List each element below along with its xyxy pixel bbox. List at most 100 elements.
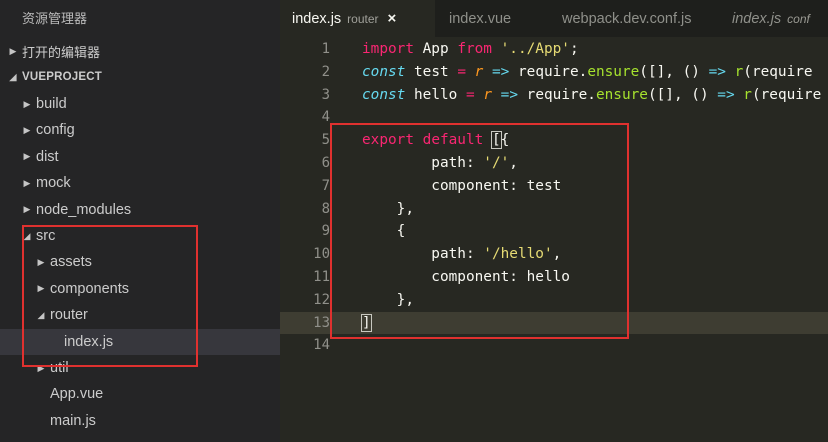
- tree-item-assets[interactable]: ▶ assets: [0, 249, 280, 275]
- tree-item-router[interactable]: ◢ router: [0, 302, 280, 328]
- code-line: 4: [280, 106, 828, 129]
- tab-label: webpack.dev.conf.js: [562, 10, 692, 27]
- line-number: 7: [321, 177, 330, 194]
- tree-item-app-vue[interactable]: App.vue: [0, 381, 280, 407]
- code-token: ;: [569, 41, 579, 57]
- tree-item-label: mock: [36, 175, 71, 192]
- tree-item-label: config: [36, 122, 75, 139]
- line-number: 13: [313, 314, 330, 331]
- code-token: default: [422, 132, 484, 149]
- tree-item-node-modules[interactable]: ▶ node_modules: [0, 197, 280, 223]
- explorer-sidebar: 资源管理器 ▶ 打开的编辑器 ◢ VUEPROJECT ▶ build ▶ confi…: [0, 0, 280, 442]
- line-number: 3: [321, 86, 330, 103]
- line-number: 1: [321, 41, 330, 57]
- code-token: {: [362, 223, 406, 240]
- tree-item-build[interactable]: ▶ build: [0, 91, 280, 117]
- code-token: (require: [743, 63, 813, 80]
- code-token: path:: [362, 155, 484, 171]
- code-token: ([], (): [647, 86, 718, 103]
- code-token: import: [362, 41, 414, 57]
- code-token: ensure: [595, 86, 648, 103]
- code-text: import App from '../App';: [362, 38, 579, 61]
- code-token: const: [362, 86, 406, 103]
- code-token: const: [362, 63, 406, 80]
- code-line: 6 path: '/',: [280, 152, 828, 175]
- code-token: =>: [717, 86, 735, 103]
- tree-item-label: main.js: [50, 412, 96, 429]
- matched-bracket: ]: [361, 313, 372, 332]
- tree-item-dist[interactable]: ▶ dist: [0, 144, 280, 170]
- chevron-right-icon: ▶: [37, 256, 45, 267]
- tree-item-main-js[interactable]: main.js: [0, 408, 280, 434]
- code-line: 14: [280, 334, 828, 357]
- tree-item-label: build: [36, 96, 67, 112]
- code-token: '../App': [500, 41, 570, 57]
- tree-item-mock[interactable]: ▶ mock: [0, 170, 280, 196]
- code-line: 3 const hello = r => require.ensure([], (…: [280, 84, 828, 107]
- tab-0[interactable]: index.js router ×: [280, 0, 435, 37]
- chevron-right-icon: ▶: [9, 45, 17, 56]
- chevron-right-icon: ▶: [23, 124, 31, 135]
- code-token: ,: [552, 246, 562, 263]
- tree-item-label: util: [50, 360, 69, 376]
- tab-label: index.js: [732, 10, 782, 27]
- code-text: path: '/hello',: [362, 243, 561, 266]
- close-icon[interactable]: ×: [388, 10, 397, 27]
- tab-1[interactable]: index.vue: [437, 0, 548, 37]
- code-text: {: [362, 220, 406, 243]
- chevron-right-icon: ▶: [23, 98, 31, 109]
- tree-item-label: router: [50, 307, 88, 324]
- code-line: 9 {: [280, 220, 828, 243]
- line-number: 9: [321, 223, 330, 240]
- code-token: test: [405, 63, 458, 80]
- code-text: const test = r => require.ensure([], () …: [362, 61, 813, 84]
- tab-description: conf: [787, 11, 810, 26]
- tab-label: index.js: [292, 10, 342, 27]
- code-editor[interactable]: 1 import App from '../App'; 2 const test = …: [280, 37, 828, 442]
- code-token: App: [413, 41, 458, 57]
- code-text: path: '/',: [362, 152, 518, 175]
- code-token: export: [362, 132, 414, 149]
- code-line: 1 import App from '../App';: [280, 38, 828, 61]
- code-token: require.: [509, 63, 588, 80]
- code-line: 2 const test = r => require.ensure([], ()…: [280, 61, 828, 84]
- chevron-down-icon: ◢: [9, 71, 17, 82]
- open-editors-section[interactable]: ▶ 打开的编辑器: [0, 38, 280, 64]
- code-text: const hello = r => require.ensure([], ()…: [362, 84, 821, 107]
- code-text: export default [{: [362, 129, 509, 152]
- tree-item-util[interactable]: ▶ util: [0, 355, 280, 381]
- tree-item-label: components: [50, 280, 129, 297]
- chevron-right-icon: ▶: [23, 177, 31, 188]
- code-token: from: [457, 41, 492, 57]
- code-token: component: hello: [362, 269, 570, 285]
- code-token: r: [483, 86, 492, 103]
- chevron-right-icon: ▶: [37, 283, 45, 294]
- tab-3[interactable]: index.js conf: [720, 0, 828, 37]
- tree-item-index-js[interactable]: index.js: [0, 328, 280, 355]
- tree-item-label: src: [36, 228, 56, 244]
- tree-item-src[interactable]: ◢ src: [0, 223, 280, 249]
- tree-item-label: assets: [50, 254, 92, 271]
- tab-2[interactable]: webpack.dev.conf.js: [550, 0, 718, 37]
- code-token: '/hello': [483, 246, 553, 263]
- code-token: },: [362, 200, 414, 217]
- code-token: =>: [708, 63, 726, 80]
- code-token: '/': [483, 155, 510, 171]
- tab-bar: index.js router × index.vue webpack.dev.conf…: [280, 0, 828, 37]
- code-text: },: [362, 289, 414, 312]
- project-section[interactable]: ◢ VUEPROJECT: [0, 64, 280, 90]
- chevron-right-icon: ▶: [23, 204, 31, 215]
- line-number: 6: [321, 155, 330, 171]
- line-number: 11: [313, 269, 330, 285]
- code-token: require.: [518, 86, 596, 103]
- code-line: 12 },: [280, 289, 828, 312]
- project-label: VUEPROJECT: [22, 71, 102, 83]
- tree-item-components[interactable]: ▶ components: [0, 276, 280, 302]
- tree-item-config[interactable]: ▶ config: [0, 117, 280, 143]
- explorer-title: 资源管理器: [22, 11, 88, 26]
